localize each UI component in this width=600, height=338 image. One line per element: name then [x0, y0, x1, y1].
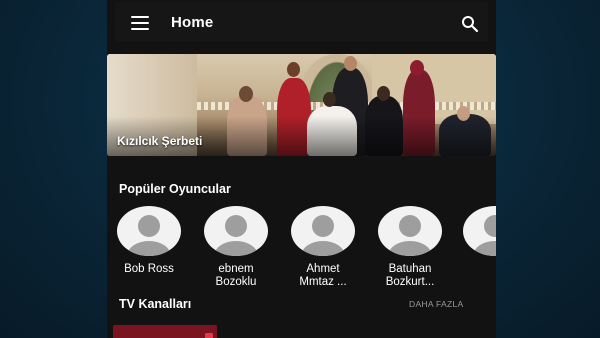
actor-card[interactable]: Bob Ross: [116, 206, 182, 276]
cast-figure-head: [377, 86, 390, 101]
actor-name-line: Bozoklu: [215, 276, 257, 288]
avatar-placeholder-icon: [117, 206, 181, 256]
cast-figure-head: [239, 86, 253, 102]
avatar-placeholder-icon: [291, 206, 355, 256]
app-bar-surface: Home: [115, 2, 488, 42]
actor-name-line: Ahmet: [306, 263, 340, 275]
hamburger-menu-icon[interactable]: [131, 16, 149, 30]
app-screen: Home Kızılcık Şerbeti Popüler Oyuncular …: [107, 0, 496, 338]
actor-name-line: Bozkurt...: [385, 276, 435, 288]
actor-name-line: Batuhan: [388, 263, 432, 275]
more-link[interactable]: DAHA FAZLA: [409, 299, 464, 309]
banner-title: Kızılcık Şerbeti: [117, 134, 203, 148]
cast-figure-head: [287, 62, 300, 77]
actor-name-line: ebnem: [218, 263, 254, 275]
cast-figure-head: [344, 56, 357, 71]
tv-channel-card[interactable]: [113, 325, 217, 338]
channel-logo-icon: [205, 333, 213, 338]
actor-card-partial[interactable]: [463, 206, 496, 256]
search-icon[interactable]: [461, 15, 479, 33]
cast-figure-head: [410, 60, 424, 76]
avatar-placeholder-icon: [204, 206, 268, 256]
popular-actors-heading: Popüler Oyuncular: [119, 182, 231, 196]
actor-name: ebnem Bozoklu: [203, 263, 269, 289]
featured-show-banner[interactable]: Kızılcık Şerbeti: [107, 54, 496, 156]
avatar-placeholder-icon: [378, 206, 442, 256]
actor-card[interactable]: Batuhan Bozkurt...: [377, 206, 443, 289]
actor-name: Bob Ross: [116, 263, 182, 276]
actor-card[interactable]: Ahmet Mmtaz ...: [290, 206, 356, 289]
actor-name-line: Mmtaz ...: [299, 276, 347, 288]
avatar-placeholder-icon: [463, 206, 496, 256]
app-bar: Home: [107, 0, 496, 46]
page-title: Home: [171, 14, 214, 31]
actor-card[interactable]: ebnem Bozoklu: [203, 206, 269, 289]
actor-name-line: Bob Ross: [124, 263, 174, 275]
tv-channels-heading: TV Kanalları: [119, 297, 192, 311]
actor-name: Batuhan Bozkurt...: [377, 263, 443, 289]
cast-figure-head: [323, 92, 336, 107]
actor-name: Ahmet Mmtaz ...: [290, 263, 356, 289]
